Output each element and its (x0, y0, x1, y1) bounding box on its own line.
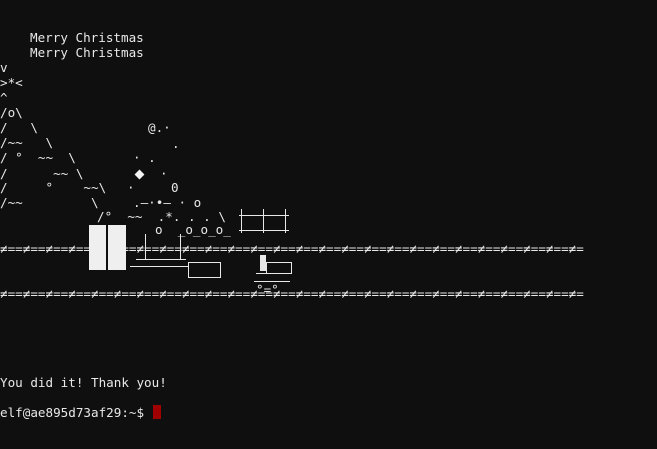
fence (239, 209, 289, 233)
thank-you-message: You did it! Thank you! (0, 375, 167, 390)
rail-wheels: °=° (256, 282, 279, 297)
snow-cluster: @.· (148, 120, 171, 135)
tree-row: / ° ~~ \ (0, 150, 76, 165)
rail-top: ≠==≠==≠==≠==≠==≠==≠==≠==≠==≠==≠==≠==≠==≠… (0, 241, 584, 256)
tree-row: /o\ (0, 105, 23, 120)
toy-train: o _o_o_o_ (155, 222, 231, 237)
present-ribbon (106, 225, 108, 270)
cart (188, 262, 221, 278)
tree-row: / ° ~~\ (0, 180, 107, 195)
greeting-line-2: Merry Christmas (30, 45, 144, 60)
terminal-screen[interactable]: Merry Christmas Merry Christmas v >*< ^ … (0, 0, 657, 449)
tree-row: v (0, 60, 8, 75)
tree-row: >*< (0, 75, 23, 90)
prompt-text: elf@ae895d73af29:~$ (0, 405, 145, 420)
snow-dot: · (127, 180, 135, 195)
snow-dots: · . (133, 150, 156, 165)
greeting-line-1: Merry Christmas (30, 30, 144, 45)
text-cursor (152, 405, 161, 419)
snow-dot: . (172, 136, 180, 151)
tree-row: /~~ \ (0, 195, 99, 210)
shell-prompt[interactable]: elf@ae895d73af29:~$ (0, 405, 161, 420)
tree-row: / ~~ \ (0, 166, 84, 181)
tree-row: / \ (0, 120, 38, 135)
rail-bottom: ≠==≠==≠==≠==≠==≠==≠==≠==≠==≠==≠==≠==≠==≠… (0, 286, 584, 301)
garland: .—·•— · o (133, 195, 202, 210)
ornament: 0 (171, 180, 179, 195)
tree-row: ^ (0, 90, 8, 105)
snow-dot: · (160, 166, 168, 181)
tree-row: /~~ \ (0, 135, 54, 150)
star-diamond-icon (134, 169, 145, 180)
